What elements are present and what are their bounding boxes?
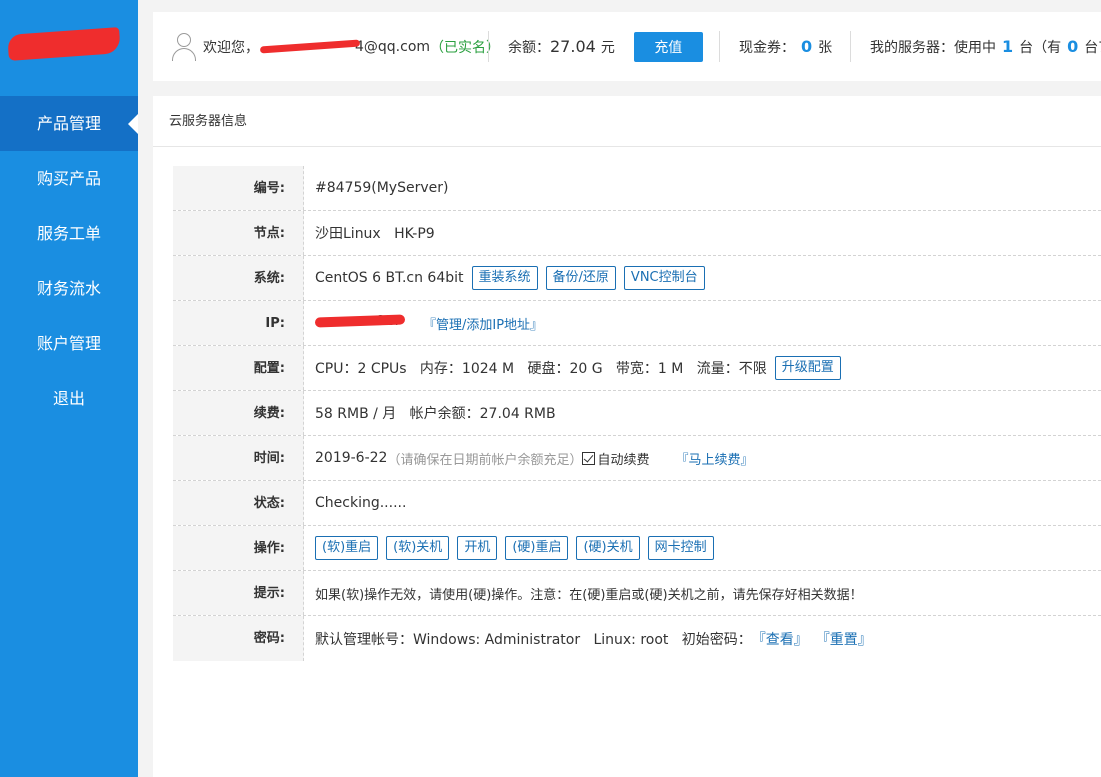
sidebar-item-buy-products[interactable]: 购买产品 bbox=[0, 151, 138, 206]
reset-password-link[interactable]: 『重置』 bbox=[816, 629, 872, 649]
tip-text: 如果(软)操作无效，请使用(硬)操作。注意：在(硬)重启或(硬)关机之前，请先保… bbox=[315, 587, 863, 603]
row-label: 系统: bbox=[173, 256, 304, 300]
ip-cell: 217 『管理/添加IP地址』 bbox=[304, 301, 543, 345]
top-bar: 欢迎您， 4@qq.com （已实名） 余额： 27.04 元 充值 现金券： … bbox=[153, 12, 1101, 81]
welcome-text: 欢迎您， bbox=[203, 39, 259, 56]
sidebar-item-finance[interactable]: 财务流水 bbox=[0, 261, 138, 316]
row-label: 状态: bbox=[173, 481, 304, 525]
password-info: 默认管理帐号：Windows: Administrator Linux: roo… bbox=[315, 631, 752, 648]
config-value: CPU：2 CPUs 内存：1024 M 硬盘：20 G 带宽：1 M 流量：不… bbox=[315, 361, 767, 377]
hard-restart-button[interactable]: (硬)重启 bbox=[505, 536, 569, 560]
row-tip: 提示: 如果(软)操作无效，请使用(硬)操作。注意：在(硬)重启或(硬)关机之前… bbox=[173, 571, 1101, 616]
expiry-date: 2019-6-22 bbox=[315, 450, 388, 466]
ops-cell: (软)重启 (软)关机 开机 (硬)重启 (硬)关机 网卡控制 bbox=[304, 526, 714, 570]
servers-in-use-count: 1 bbox=[1002, 37, 1014, 56]
servers-other-count: 0 bbox=[1067, 37, 1079, 56]
panel-title: 云服务器信息 bbox=[153, 96, 1101, 147]
config-cell: CPU：2 CPUs 内存：1024 M 硬盘：20 G 带宽：1 M 流量：不… bbox=[304, 346, 841, 390]
logo-redaction bbox=[7, 27, 121, 61]
balance-label: 余额： bbox=[508, 39, 550, 56]
row-label: 时间: bbox=[173, 436, 304, 480]
manage-ip-link[interactable]: 『管理/添加IP地址』 bbox=[423, 314, 543, 333]
balance-value: 27.04 bbox=[550, 37, 596, 56]
servers-unit: 台（有 bbox=[1019, 39, 1062, 56]
auto-renew-label: 自动续费 bbox=[597, 452, 650, 468]
os-cell: CentOS 6 BT.cn 64bit 重装系统 备份/还原 VNC控制台 bbox=[304, 256, 705, 300]
row-label: 配置: bbox=[173, 346, 304, 390]
coupon-section: 现金券： 0 张 bbox=[739, 12, 832, 81]
recharge-button[interactable]: 充值 bbox=[633, 31, 703, 62]
row-renew: 续费: 58 RMB / 月 帐户余额：27.04 RMB bbox=[173, 391, 1101, 436]
password-cell: 默认管理帐号：Windows: Administrator Linux: roo… bbox=[304, 616, 872, 661]
welcome-section: 欢迎您， 4@qq.com （已实名） bbox=[171, 12, 500, 81]
row-os: 系统: CentOS 6 BT.cn 64bit 重装系统 备份/还原 VNC控… bbox=[173, 256, 1101, 301]
server-id: #84759(MyServer) bbox=[315, 180, 449, 196]
servers-label: 我的服务器：使用中 bbox=[870, 39, 996, 56]
os-value: CentOS 6 BT.cn 64bit bbox=[315, 270, 464, 286]
server-info-table: 编号: #84759(MyServer) 节点: 沙田Linux HK-P9 系… bbox=[173, 166, 1101, 661]
renew-now-link[interactable]: 『马上续费』 bbox=[676, 449, 754, 468]
soft-restart-button[interactable]: (软)重启 bbox=[315, 536, 379, 560]
sidebar-item-product-management[interactable]: 产品管理 bbox=[0, 96, 138, 151]
server-status: Checking...... bbox=[315, 495, 407, 511]
row-time: 时间: 2019-6-22 （请确保在日期前帐户余额充足） 自动续费 『马上续费… bbox=[173, 436, 1101, 481]
row-password: 密码: 默认管理帐号：Windows: Administrator Linux:… bbox=[173, 616, 1101, 661]
balance-unit: 元 bbox=[600, 39, 615, 56]
upgrade-config-button[interactable]: 升级配置 bbox=[774, 356, 841, 380]
hard-shutdown-button[interactable]: (硬)关机 bbox=[576, 536, 640, 560]
ip-address: 217 bbox=[314, 313, 407, 333]
row-label: 编号: bbox=[173, 166, 304, 210]
balance-section: 余额： 27.04 元 充值 bbox=[508, 12, 703, 81]
sidebar-nav: 产品管理 购买产品 服务工单 财务流水 账户管理 退出 bbox=[0, 96, 138, 426]
coupon-label: 现金券： bbox=[739, 39, 795, 56]
servers-section: 我的服务器：使用中 1 台（有 0 台7 bbox=[870, 12, 1101, 81]
row-ops: 操作: (软)重启 (软)关机 开机 (硬)重启 (硬)关机 网卡控制 bbox=[173, 526, 1101, 571]
renew-value: 58 RMB / 月 帐户余额：27.04 RMB bbox=[315, 406, 556, 422]
reinstall-os-button[interactable]: 重装系统 bbox=[471, 266, 538, 290]
time-cell: 2019-6-22 （请确保在日期前帐户余额充足） 自动续费 『马上续费』 bbox=[304, 436, 754, 480]
user-email: 4@qq.com bbox=[259, 39, 430, 55]
auto-renew-checkbox[interactable] bbox=[582, 451, 596, 465]
sidebar-item-account[interactable]: 账户管理 bbox=[0, 316, 138, 371]
row-label: 密码: bbox=[173, 616, 304, 661]
logo[interactable] bbox=[0, 27, 122, 62]
divider bbox=[488, 31, 489, 62]
row-status: 状态: Checking...... bbox=[173, 481, 1101, 526]
email-redaction bbox=[259, 39, 361, 53]
user-icon bbox=[171, 32, 197, 62]
verified-badge: （已实名） bbox=[430, 39, 501, 56]
server-node: 沙田Linux HK-P9 bbox=[315, 226, 435, 242]
vnc-console-button[interactable]: VNC控制台 bbox=[623, 266, 705, 290]
row-label: 续费: bbox=[173, 391, 304, 435]
coupon-unit: 张 bbox=[818, 39, 833, 56]
row-label: 提示: bbox=[173, 571, 304, 615]
view-password-link[interactable]: 『查看』 bbox=[752, 629, 808, 649]
row-id: 编号: #84759(MyServer) bbox=[173, 166, 1101, 211]
row-label: 节点: bbox=[173, 211, 304, 255]
divider bbox=[719, 31, 720, 62]
coupon-count: 0 bbox=[801, 37, 813, 56]
sidebar-item-logout[interactable]: 退出 bbox=[0, 371, 138, 426]
divider bbox=[850, 31, 851, 62]
servers-tail: 台7 bbox=[1084, 39, 1101, 56]
row-label: IP: bbox=[173, 301, 304, 345]
row-label: 操作: bbox=[173, 526, 304, 570]
sidebar: 产品管理 购买产品 服务工单 财务流水 账户管理 退出 bbox=[0, 0, 138, 777]
soft-shutdown-button[interactable]: (软)关机 bbox=[386, 536, 450, 560]
backup-restore-button[interactable]: 备份/还原 bbox=[545, 266, 616, 290]
row-config: 配置: CPU：2 CPUs 内存：1024 M 硬盘：20 G 带宽：1 M … bbox=[173, 346, 1101, 391]
expiry-note: （请确保在日期前帐户余额充足） bbox=[387, 452, 583, 468]
row-node: 节点: 沙田Linux HK-P9 bbox=[173, 211, 1101, 256]
sidebar-item-service-tickets[interactable]: 服务工单 bbox=[0, 206, 138, 261]
nic-control-button[interactable]: 网卡控制 bbox=[647, 536, 714, 560]
row-ip: IP: 217 『管理/添加IP地址』 bbox=[173, 301, 1101, 346]
power-on-button[interactable]: 开机 bbox=[457, 536, 498, 560]
server-info-panel: 云服务器信息 编号: #84759(MyServer) 节点: 沙田Linux … bbox=[153, 96, 1101, 777]
